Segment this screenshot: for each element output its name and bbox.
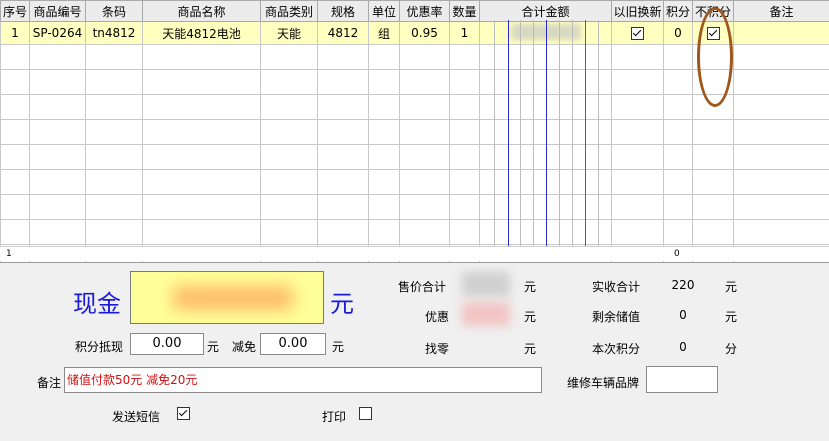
col-header-category[interactable]: 商品类别 bbox=[260, 0, 318, 22]
col-header-amount[interactable]: 合计金额 bbox=[479, 0, 612, 22]
amount-divider-blue bbox=[546, 20, 547, 258]
remark-input[interactable]: 储值付款50元 减免20元 bbox=[64, 367, 542, 393]
received-value: 220 bbox=[671, 278, 695, 292]
deduct-unit: 元 bbox=[332, 340, 345, 354]
cell-name[interactable]: 天能4812电池 bbox=[142, 21, 261, 45]
table-row[interactable] bbox=[0, 169, 829, 195]
col-header-discount[interactable]: 优惠率 bbox=[399, 0, 450, 22]
cash-label: 现金 bbox=[73, 290, 121, 318]
cash-input[interactable] bbox=[130, 271, 324, 324]
col-header-spec[interactable]: 规格 bbox=[317, 0, 369, 22]
amount-divider-red bbox=[585, 20, 586, 258]
print-label: 打印 bbox=[322, 410, 347, 424]
amount-divider bbox=[572, 20, 573, 258]
col-header-name[interactable]: 商品名称 bbox=[142, 0, 261, 22]
trade-in-checkbox[interactable] bbox=[631, 27, 644, 40]
col-header-unit[interactable]: 单位 bbox=[368, 0, 400, 22]
points-offset-input[interactable]: 0.00 bbox=[130, 333, 204, 355]
col-header-barcode[interactable]: 条码 bbox=[85, 0, 143, 22]
sms-label: 发送短信 bbox=[112, 410, 161, 424]
cell-spec[interactable]: 4812 bbox=[317, 21, 369, 45]
balance-value: 0 bbox=[679, 308, 687, 322]
sale-total-label: 售价合计 bbox=[398, 280, 447, 294]
table-row[interactable] bbox=[0, 119, 829, 145]
deduct-label: 减免 bbox=[232, 340, 257, 354]
sale-total-unit: 元 bbox=[524, 280, 537, 294]
col-header-points[interactable]: 积分 bbox=[663, 0, 693, 22]
cell-remark[interactable] bbox=[733, 21, 829, 45]
session-points-label: 本次积分 bbox=[592, 342, 641, 356]
print-checkbox[interactable] bbox=[359, 407, 372, 420]
cell-trade-in[interactable] bbox=[611, 21, 664, 45]
received-label: 实收合计 bbox=[592, 280, 641, 294]
discount-label: 优惠 bbox=[425, 310, 450, 324]
cell-unit[interactable]: 组 bbox=[368, 21, 400, 45]
cell-index[interactable]: 1 bbox=[0, 21, 30, 45]
table-row[interactable] bbox=[0, 219, 829, 245]
col-header-qty[interactable]: 数量 bbox=[449, 0, 480, 22]
grid-footer-row: 1 0 bbox=[0, 246, 829, 261]
cell-qty[interactable]: 1 bbox=[449, 21, 480, 45]
cell-barcode[interactable]: tn4812 bbox=[85, 21, 143, 45]
table-row[interactable] bbox=[0, 144, 829, 170]
cash-value-redacted bbox=[173, 286, 293, 310]
deduct-input[interactable]: 0.00 bbox=[260, 333, 326, 355]
change-label: 找零 bbox=[425, 342, 450, 356]
table-row[interactable] bbox=[0, 194, 829, 220]
remark-label: 备注 bbox=[37, 376, 62, 390]
amount-divider bbox=[598, 20, 599, 258]
cell-category[interactable]: 天能 bbox=[260, 21, 318, 45]
received-unit: 元 bbox=[725, 280, 738, 294]
col-header-index[interactable]: 序号 bbox=[0, 0, 30, 22]
cell-code[interactable]: SP-0264 bbox=[29, 21, 86, 45]
sms-checkbox[interactable] bbox=[177, 407, 190, 420]
cell-points[interactable]: 0 bbox=[663, 21, 693, 45]
balance-label: 剩余储值 bbox=[592, 310, 641, 324]
col-header-remark[interactable]: 备注 bbox=[733, 0, 829, 22]
cell-discount[interactable]: 0.95 bbox=[399, 21, 450, 45]
amount-divider-blue bbox=[508, 20, 509, 258]
sales-grid: 序号 商品编号 条码 商品名称 商品类别 规格 单位 优惠率 数量 合计金额 以… bbox=[0, 0, 829, 263]
amount-divider bbox=[533, 20, 534, 258]
session-points-unit: 分 bbox=[725, 342, 738, 356]
cash-unit: 元 bbox=[330, 290, 354, 318]
brand-label: 维修车辆品牌 bbox=[567, 376, 640, 390]
highlight-circle bbox=[697, 7, 733, 107]
discount-unit: 元 bbox=[524, 310, 537, 324]
points-offset-label: 积分抵现 bbox=[75, 340, 124, 354]
col-header-trade-in[interactable]: 以旧换新 bbox=[611, 0, 664, 22]
points-offset-unit: 元 bbox=[207, 340, 220, 354]
footer-points: 0 bbox=[674, 249, 680, 259]
session-points-value: 0 bbox=[679, 340, 687, 354]
change-unit: 元 bbox=[524, 342, 537, 356]
footer-count: 1 bbox=[6, 249, 12, 259]
brand-input[interactable] bbox=[646, 366, 718, 393]
amount-divider bbox=[520, 20, 521, 258]
amount-divider bbox=[494, 20, 495, 258]
col-header-code[interactable]: 商品编号 bbox=[29, 0, 86, 22]
discount-redacted bbox=[462, 302, 510, 326]
balance-unit: 元 bbox=[725, 310, 738, 324]
sale-total-redacted bbox=[462, 272, 510, 296]
amount-divider bbox=[559, 20, 560, 258]
